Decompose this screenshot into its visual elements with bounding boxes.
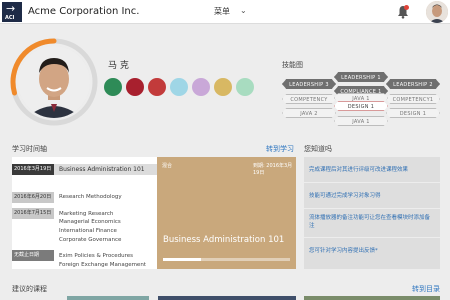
tip-divider xyxy=(304,182,440,183)
timeline-course[interactable]: Exim Policies & Procedures xyxy=(59,253,133,259)
top-navigation-bar: → ACI Acme Corporation Inc. 菜单 ⌄ xyxy=(0,0,450,24)
skill-java-1-lower[interactable]: JAVA 1 xyxy=(334,116,388,126)
user-name: 马 克 xyxy=(108,61,129,71)
badge-crimson[interactable] xyxy=(126,78,144,96)
badge-lightblue[interactable] xyxy=(170,78,188,96)
did-you-know-title: 您知道吗 xyxy=(304,145,332,153)
company-name: Acme Corporation Inc. xyxy=(28,6,140,17)
profile-photo[interactable] xyxy=(18,46,90,118)
suggested-course-card[interactable] xyxy=(158,296,296,300)
profile-portrait-icon xyxy=(18,46,90,118)
skill-competency1[interactable]: COMPETENCY1 xyxy=(386,94,440,104)
current-course-card[interactable]: 混合 到期: 2016年3月19日 Business Administratio… xyxy=(157,157,296,269)
course-due-date: 到期: 2016年3月19日 xyxy=(253,163,293,176)
course-progress-bar xyxy=(163,258,290,261)
timeline-course[interactable]: International Finance xyxy=(59,228,117,234)
tip-item[interactable]: 技能可通过完成学习对象习得 xyxy=(304,192,440,200)
notification-badge xyxy=(404,5,409,10)
skills-map-title: 技能图 xyxy=(282,61,303,69)
arrow-right-icon: → xyxy=(6,2,16,15)
badge-green[interactable] xyxy=(104,78,122,96)
timeline-date: 2016年6月20日 xyxy=(12,192,54,203)
learning-timeline: 2016年3月19日 Business Administration 101 R… xyxy=(12,157,157,269)
timeline-course[interactable]: Marketing Research xyxy=(59,211,113,217)
timeline-date: 2016年7月15日 xyxy=(12,208,54,219)
badge-trophy[interactable] xyxy=(148,78,166,96)
skill-leadership-2[interactable]: LEADERSHIP 2 xyxy=(386,79,440,89)
menu-button[interactable]: 菜单 xyxy=(214,6,230,17)
course-type-label: 混合 xyxy=(162,163,173,169)
did-you-know-panel: 完成课程后对其进行评级可改进课程效果 技能可通过完成学习对象习得 流体播放器的备… xyxy=(304,157,440,269)
timeline-course[interactable]: Research Methodology xyxy=(59,194,122,200)
tip-item[interactable]: 您可针对学习内容提出反馈* xyxy=(304,247,440,255)
timeline-date: 无截止日期 xyxy=(12,250,54,261)
badge-mint[interactable] xyxy=(236,78,254,96)
skill-competency[interactable]: COMPETENCY xyxy=(282,94,336,104)
badge-lilac[interactable] xyxy=(192,78,210,96)
go-to-learning-link[interactable]: 转到学习 xyxy=(266,144,294,154)
skill-java-2[interactable]: JAVA 2 xyxy=(282,108,336,118)
suggested-course-card[interactable] xyxy=(304,296,440,300)
timeline-course[interactable]: Managerial Economics xyxy=(59,219,121,225)
skill-leadership-1[interactable]: LEADERSHIP 1 xyxy=(334,72,388,82)
tip-item[interactable]: 流体播放器的备注功能可让您在查看模块时添加备注 xyxy=(304,214,440,230)
tip-divider xyxy=(304,237,440,238)
suggested-course-card[interactable] xyxy=(67,296,149,300)
go-to-catalog-link[interactable]: 转到目录 xyxy=(412,284,440,294)
skill-design-1-lower[interactable]: DESIGN 1 xyxy=(386,108,440,118)
tip-item[interactable]: 完成课程后对其进行评级可改进课程效果 xyxy=(304,166,440,174)
timeline-course[interactable]: Business Administration 101 xyxy=(59,166,145,173)
course-title[interactable]: Business Administration 101 xyxy=(163,235,284,245)
skill-design-1[interactable]: DESIGN 1 xyxy=(334,101,388,111)
tip-divider xyxy=(304,208,440,209)
user-avatar[interactable] xyxy=(426,1,448,23)
suggested-courses-title: 建议的课程 xyxy=(12,285,47,293)
timeline-course[interactable]: Foreign Exchange Management xyxy=(59,262,146,268)
timeline-date: 2016年3月19日 xyxy=(12,164,54,175)
skill-leadership-3[interactable]: LEADERSHIP 3 xyxy=(282,79,336,89)
company-logo[interactable]: → ACI xyxy=(2,2,22,22)
timeline-course[interactable]: Corporate Governance xyxy=(59,237,121,243)
timeline-title: 学习时间轴 xyxy=(12,145,47,153)
logo-text: ACI xyxy=(5,15,15,21)
chevron-down-icon[interactable]: ⌄ xyxy=(240,6,247,15)
avatar-portrait-icon xyxy=(426,1,448,23)
course-progress-fill xyxy=(163,258,202,261)
badge-gold[interactable] xyxy=(214,78,232,96)
